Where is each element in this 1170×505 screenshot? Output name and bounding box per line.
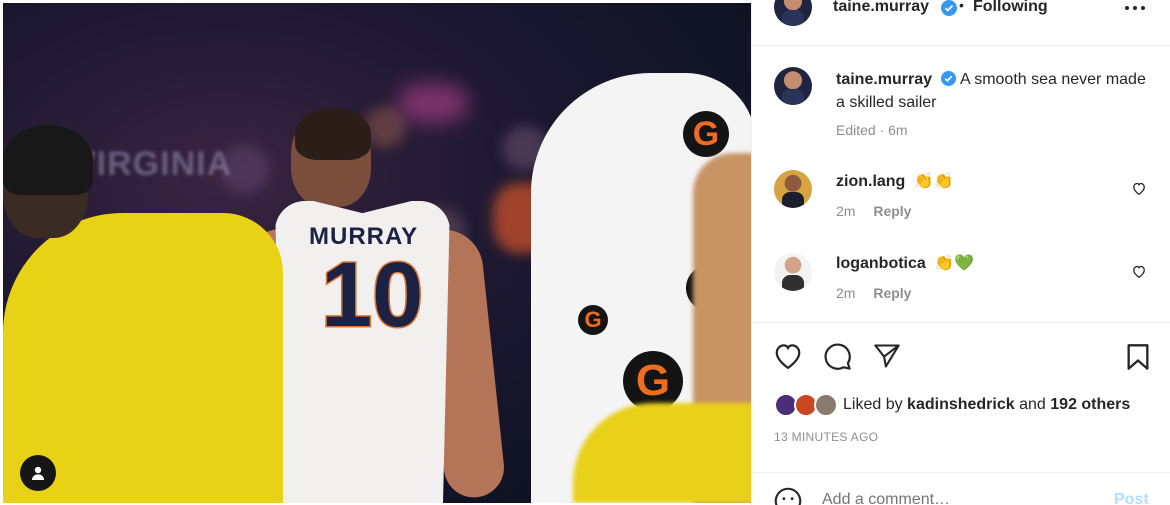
comment-text: 👏👏 bbox=[913, 173, 954, 190]
comment-time: 2m bbox=[836, 203, 856, 219]
towel-logo: G bbox=[683, 111, 729, 157]
post-comment-button[interactable]: Post bbox=[1114, 491, 1149, 505]
caption-body: taine.murray A smooth sea never made a s… bbox=[836, 68, 1146, 114]
comment-like-heart-icon[interactable] bbox=[1132, 265, 1146, 278]
player-hair bbox=[295, 108, 371, 160]
comment-meta: 2m Reply bbox=[836, 203, 911, 219]
avatar[interactable] bbox=[774, 67, 812, 105]
comment-text: 👏💚 bbox=[934, 255, 975, 272]
towel-logo: G bbox=[623, 351, 683, 411]
comment-body: loganbotica 👏💚 bbox=[836, 253, 974, 273]
post-header: taine.murray • Following bbox=[752, 0, 1170, 46]
avatar[interactable] bbox=[774, 170, 812, 208]
user-icon bbox=[32, 466, 44, 480]
comment-meta: 2m Reply bbox=[836, 285, 911, 301]
liker-avatar[interactable] bbox=[814, 393, 838, 417]
caption-meta: Edited · 6m bbox=[836, 122, 908, 138]
likes-prefix: Liked by bbox=[843, 396, 903, 413]
comment-like-heart-icon[interactable] bbox=[1132, 182, 1146, 195]
post-image[interactable]: VIRGINIA MURRAY 10 G G G G bbox=[3, 3, 751, 503]
staff-cap bbox=[3, 125, 93, 195]
tagged-users-button[interactable] bbox=[20, 455, 56, 491]
bookmark-icon[interactable] bbox=[1126, 343, 1150, 371]
emoji-icon[interactable] bbox=[774, 487, 802, 505]
avatar[interactable] bbox=[774, 0, 812, 26]
heart-icon[interactable] bbox=[773, 342, 803, 370]
avatar[interactable] bbox=[774, 253, 812, 291]
comment-input[interactable] bbox=[822, 487, 1082, 505]
comment-username[interactable]: loganbotica bbox=[836, 255, 926, 272]
likes-first-user[interactable]: kadinshedrick bbox=[907, 396, 1015, 413]
caption-username[interactable]: taine.murray bbox=[836, 71, 932, 88]
jersey-number: 10 bbox=[319, 243, 424, 348]
comment-time: 2m bbox=[836, 285, 856, 301]
verified-badge-icon bbox=[940, 71, 956, 86]
arena-wall-text: VIRGINIA bbox=[73, 145, 233, 183]
likes-and: and bbox=[1019, 396, 1046, 413]
likes-summary: Liked by kadinshedrick and 192 others bbox=[843, 396, 1130, 414]
post-details-panel: taine.murray • Following taine.murray A … bbox=[751, 0, 1170, 505]
header-separator: • bbox=[959, 0, 964, 13]
follow-status-button[interactable]: Following bbox=[973, 0, 1048, 16]
comment-username[interactable]: zion.lang bbox=[836, 173, 905, 190]
comment-icon[interactable] bbox=[823, 342, 852, 371]
reply-button[interactable]: Reply bbox=[873, 285, 911, 301]
reply-button[interactable]: Reply bbox=[873, 203, 911, 219]
more-horizontal-icon[interactable] bbox=[1124, 4, 1146, 12]
verified-badge-icon bbox=[941, 0, 957, 16]
post-timestamp[interactable]: 13 MINUTES AGO bbox=[774, 430, 878, 444]
comment-body: zion.lang 👏👏 bbox=[836, 171, 954, 191]
towel-logo: G bbox=[578, 305, 608, 335]
likes-others[interactable]: 192 others bbox=[1050, 396, 1130, 413]
crowd-detail bbox=[398, 83, 468, 123]
send-icon[interactable] bbox=[873, 343, 901, 369]
add-comment-bar: Post bbox=[752, 472, 1170, 505]
header-username[interactable]: taine.murray bbox=[833, 0, 929, 16]
